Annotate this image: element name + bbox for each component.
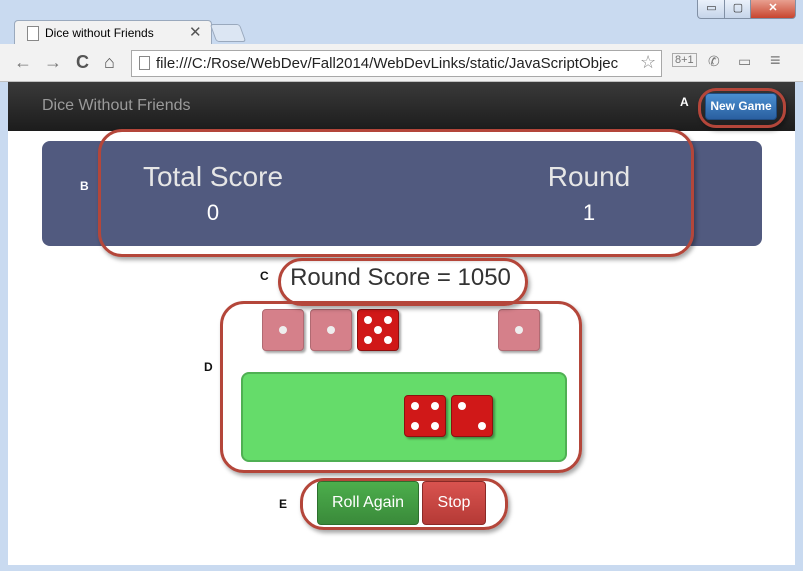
file-icon xyxy=(139,56,150,70)
page-icon xyxy=(27,26,39,41)
close-icon[interactable]: ✕ xyxy=(189,23,202,41)
bookmark-star-icon[interactable]: ☆ xyxy=(640,52,656,73)
window-controls: ▭ ▢ ✕ xyxy=(697,0,796,20)
back-icon[interactable]: ← xyxy=(14,52,32,73)
annotation-ring-c xyxy=(278,258,528,306)
page-content: Dice Without Friends New Game Total Scor… xyxy=(8,82,795,565)
new-tab-button[interactable] xyxy=(209,24,247,42)
app-navbar: Dice Without Friends New Game xyxy=(8,82,795,131)
annotation-ring-a xyxy=(698,88,786,128)
reload-icon[interactable]: C xyxy=(76,52,89,73)
cast-icon[interactable]: ▭ xyxy=(738,53,751,70)
tab-dice-without-friends[interactable]: Dice without Friends ✕ xyxy=(14,20,212,45)
url-text[interactable]: file:///C:/Rose/WebDev/Fall2014/WebDevLi… xyxy=(156,55,634,72)
home-icon[interactable]: ⌂ xyxy=(104,52,115,73)
annotation-letter-e: E xyxy=(279,497,288,511)
forward-icon[interactable]: → xyxy=(44,52,62,73)
annotation-letter-d: D xyxy=(204,360,213,374)
annotation-ring-e xyxy=(300,478,508,530)
browser-window: Dice without Friends ✕ ▭ ▢ ✕ ← → C ⌂ fil… xyxy=(0,0,803,571)
maximize-button[interactable]: ▢ xyxy=(724,0,752,19)
annotation-ring-d xyxy=(220,301,582,473)
annotation-letter-c: C xyxy=(260,269,269,283)
address-bar[interactable]: file:///C:/Rose/WebDev/Fall2014/WebDevLi… xyxy=(131,50,662,77)
extension-icon[interactable]: ✆ xyxy=(708,53,720,70)
browser-toolbar: ← → C ⌂ file:///C:/Rose/WebDev/Fall2014/… xyxy=(0,44,803,82)
minimize-button[interactable]: ▭ xyxy=(697,0,726,19)
annotation-letter-b: B xyxy=(80,179,89,193)
annotation-ring-b xyxy=(98,129,694,257)
annotation-letter-a: A xyxy=(680,95,689,109)
tab-title: Dice without Friends xyxy=(45,26,154,40)
brand-title[interactable]: Dice Without Friends xyxy=(42,97,191,115)
google-plus-icon[interactable]: 8+1 xyxy=(672,53,697,67)
menu-icon[interactable]: ≡ xyxy=(770,50,781,71)
close-window-button[interactable]: ✕ xyxy=(750,0,796,19)
